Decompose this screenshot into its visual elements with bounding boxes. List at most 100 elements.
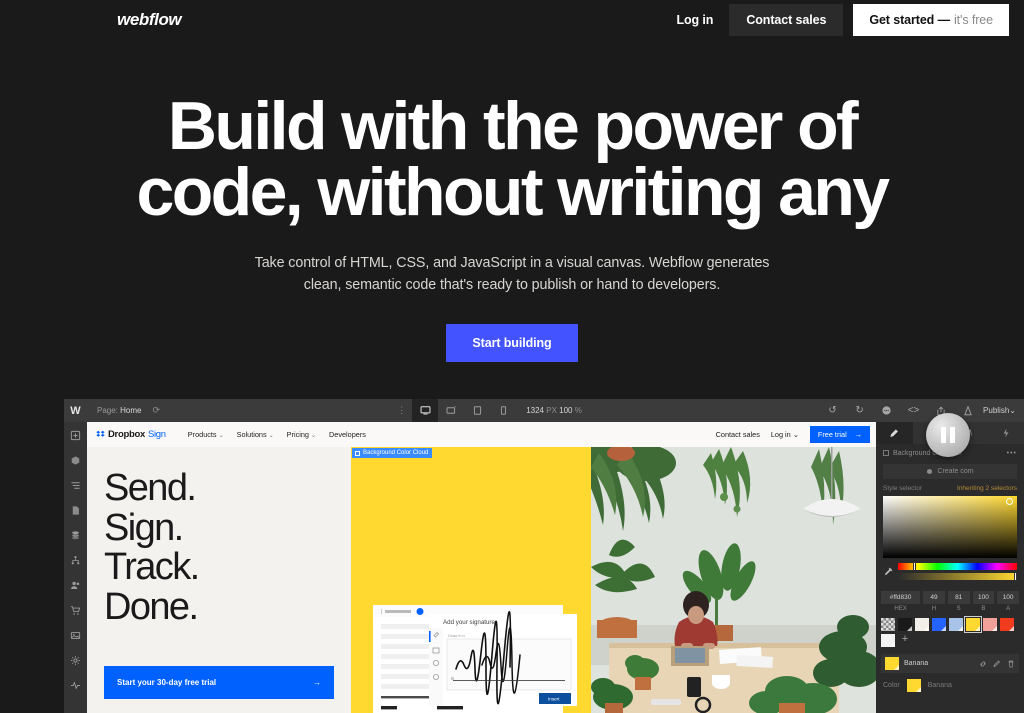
color-property-label: Color	[883, 682, 900, 689]
create-component-button[interactable]: Create com	[883, 464, 1017, 479]
navigator-icon[interactable]	[69, 478, 83, 492]
hex-input[interactable]	[881, 591, 921, 604]
free-trial-label: Free trial	[817, 430, 847, 439]
site-nav-links: Products ⌄ Solutions ⌄ Pricing ⌄ Developers	[188, 430, 366, 439]
named-swatch-label: Banana	[904, 660, 929, 667]
swatch-salmon[interactable]	[983, 618, 997, 631]
swatch-transparent[interactable]	[881, 618, 895, 631]
site-trial-cta-button[interactable]: Start your 30-day free trial →	[104, 666, 334, 699]
start-building-button[interactable]: Start building	[446, 324, 578, 363]
brightness-label: B	[981, 606, 986, 612]
site-log-in-link[interactable]: Log in ⌄	[771, 430, 799, 439]
components-icon[interactable]	[69, 453, 83, 467]
canvas-width-value: 1324	[526, 406, 544, 415]
site-nav-item-pricing[interactable]: Pricing ⌄	[287, 430, 316, 439]
cms-icon[interactable]	[69, 528, 83, 542]
swatch-light-blue[interactable]	[949, 618, 963, 631]
hue-slider[interactable]	[898, 562, 1017, 571]
audit-icon[interactable]	[69, 678, 83, 692]
named-swatch-row[interactable]: Banana	[881, 654, 1019, 673]
log-in-button[interactable]: Log in	[660, 4, 729, 36]
inheriting-selectors-label: Inheriting 2 selectors	[957, 485, 1017, 492]
tablet-icon[interactable]	[464, 399, 490, 422]
swatch-red-orange[interactable]	[1000, 618, 1014, 631]
site-free-trial-button[interactable]: Free trial →	[809, 426, 870, 443]
eyedropper-icon[interactable]	[883, 567, 893, 577]
site-nav-item-products[interactable]: Products ⌄	[188, 430, 224, 439]
brand-accent: Sign	[147, 429, 166, 440]
webflow-logo[interactable]: webflow	[117, 10, 182, 30]
site-contact-sales-link[interactable]: Contact sales	[716, 430, 760, 439]
site-hero-left: Send. Sign. Track. Done. Start your 30-d…	[87, 447, 351, 713]
undo-icon[interactable]: ↺	[819, 399, 846, 422]
desktop-icon[interactable]	[412, 399, 439, 422]
selection-badge-label: Background Color Cloud	[363, 450, 429, 456]
site-hero-middle[interactable]: Background Color Cloud Add your signatur…	[351, 447, 591, 713]
publish-button[interactable]: Publish⌄	[981, 406, 1024, 415]
delete-trash-icon[interactable]	[1007, 660, 1015, 668]
code-export-icon[interactable]: <>	[900, 399, 927, 422]
designer-canvas[interactable]: Dropbox Sign Products ⌄ Solutions ⌄ Pricin…	[87, 422, 876, 713]
swatch-blue[interactable]	[932, 618, 946, 631]
designer-toolbar: W Page: Home ⟳ ⋮ 1324 PX 100 % ↺ ↻ <> Pu…	[64, 399, 1024, 422]
get-started-button[interactable]: Get started — it's free	[853, 4, 1009, 36]
toolbar-overflow-icon[interactable]: ⋮	[397, 405, 406, 416]
site-log-in-label: Log in	[770, 430, 791, 439]
canvas-size-indicator[interactable]: 1324 PX 100 %	[526, 406, 582, 415]
ecommerce-icon[interactable]	[69, 603, 83, 617]
pause-bar-left	[941, 427, 946, 443]
sv-gradient	[883, 496, 1017, 558]
get-started-free-label: it's free	[954, 13, 993, 27]
edit-pencil-icon[interactable]	[993, 660, 1001, 668]
users-icon[interactable]	[69, 578, 83, 592]
sv-cursor-handle[interactable]	[1006, 498, 1013, 505]
top-navigation-bar: webflow Log in Contact sales Get started…	[0, 0, 1024, 40]
selection-badge: Background Color Cloud	[352, 448, 433, 458]
mobile-icon[interactable]	[490, 399, 516, 422]
style-brush-icon[interactable]	[876, 422, 913, 444]
named-swatch-preview	[885, 657, 899, 670]
effects-icon[interactable]	[987, 422, 1024, 444]
hue-slider-thumb[interactable]	[913, 562, 917, 571]
designer-left-rail	[64, 422, 87, 713]
signature-document-illustration: Add your signature Draw it in Insert	[373, 605, 577, 713]
logic-icon[interactable]	[69, 553, 83, 567]
refresh-icon[interactable]: ⟳	[152, 405, 160, 416]
site-nav-label: Solutions	[236, 430, 267, 439]
webflow-mark-icon[interactable]: W	[64, 399, 87, 422]
hue-input[interactable]	[923, 591, 945, 604]
brightness-input[interactable]	[972, 591, 995, 604]
element-menu-icon[interactable]: •••	[1007, 450, 1017, 457]
swatch-black[interactable]	[898, 618, 912, 631]
alpha-slider[interactable]	[898, 572, 1017, 581]
settings-gear-icon[interactable]	[69, 653, 83, 667]
site-nav-item-solutions[interactable]: Solutions ⌄	[237, 430, 274, 439]
site-hero-photo	[591, 447, 876, 713]
assets-icon[interactable]	[69, 628, 83, 642]
pause-button[interactable]	[926, 413, 970, 457]
color-property-swatch[interactable]	[906, 679, 921, 692]
alpha-label: A	[1006, 606, 1011, 612]
color-property-value: Banana	[927, 682, 952, 689]
element-box-icon	[883, 450, 889, 456]
swatch-cream[interactable]	[915, 618, 929, 631]
contact-sales-button[interactable]: Contact sales	[729, 4, 844, 36]
redo-icon[interactable]: ↻	[846, 399, 873, 422]
chevron-down-icon: ⌄	[790, 430, 799, 439]
swatch-white[interactable]	[881, 634, 895, 647]
alpha-input[interactable]	[997, 591, 1019, 604]
alpha-slider-thumb[interactable]	[1014, 572, 1017, 581]
saturation-input[interactable]	[947, 591, 970, 604]
comment-icon[interactable]	[873, 399, 900, 422]
swatch-banana[interactable]	[964, 616, 982, 633]
pause-bar-right	[950, 427, 955, 443]
saturation-value-picker[interactable]	[883, 496, 1017, 558]
link-icon[interactable]	[979, 660, 987, 668]
dropbox-sign-logo[interactable]: Dropbox Sign	[96, 429, 166, 440]
pages-icon[interactable]	[69, 503, 83, 517]
add-swatch-button[interactable]: +	[898, 634, 912, 647]
site-nav-item-developers[interactable]: Developers	[329, 430, 366, 439]
add-elements-icon[interactable]	[69, 428, 83, 442]
page-selector[interactable]: Page: Home	[97, 406, 141, 415]
tablet-landscape-icon[interactable]	[438, 399, 464, 422]
